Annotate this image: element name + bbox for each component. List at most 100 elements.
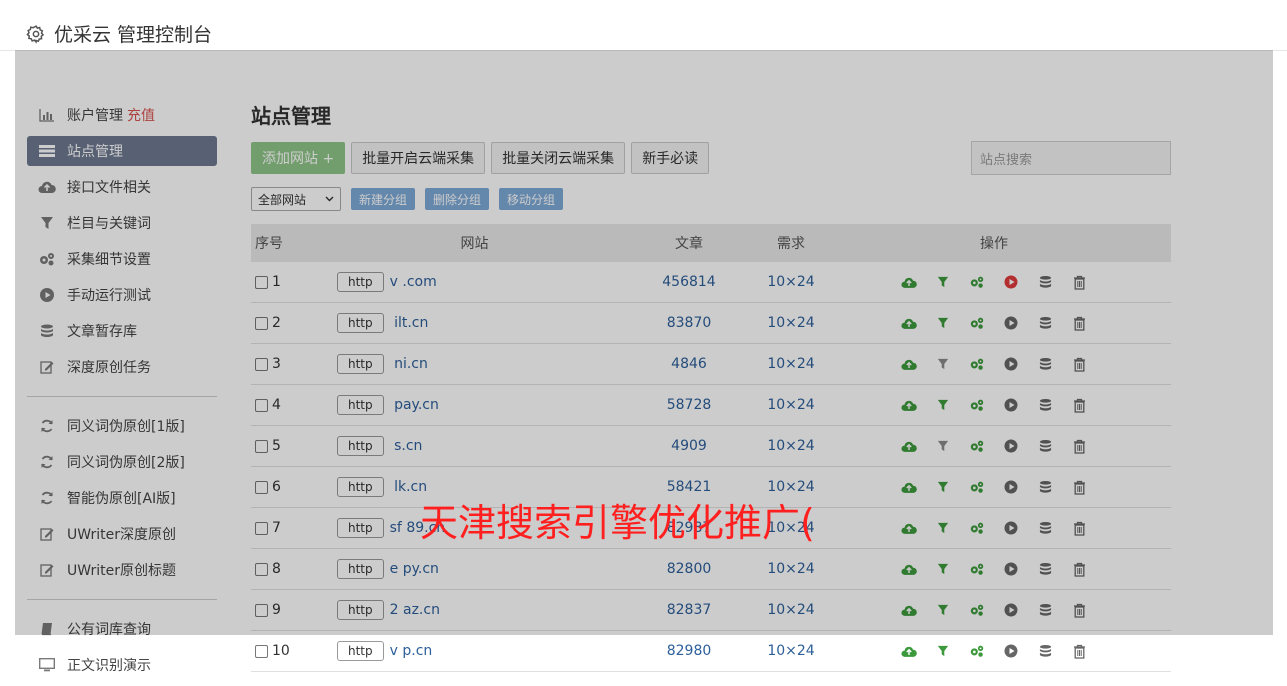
article-count[interactable]: 4909 xyxy=(613,425,765,467)
site-domain-link[interactable]: v p.cn xyxy=(390,643,433,659)
sidebar-item-manual-test[interactable]: 手动运行测试 xyxy=(27,280,217,310)
trash-icon[interactable] xyxy=(1071,438,1087,454)
article-count[interactable]: 58728 xyxy=(613,384,765,426)
database-icon[interactable] xyxy=(1037,397,1053,413)
requirement-value[interactable]: 10×24 xyxy=(765,262,817,303)
filter-icon[interactable] xyxy=(935,602,951,618)
sidebar-item-account[interactable]: 账户管理 充值 xyxy=(27,100,217,130)
play-icon[interactable] xyxy=(1003,602,1019,618)
cogs-icon[interactable] xyxy=(969,479,985,495)
site-domain-link[interactable]: ni.cn xyxy=(390,356,428,372)
cogs-icon[interactable] xyxy=(969,315,985,331)
database-icon[interactable] xyxy=(1037,520,1053,536)
cogs-icon[interactable] xyxy=(969,438,985,454)
play-icon[interactable] xyxy=(1003,315,1019,331)
batch-disable-cloud-button[interactable]: 批量关闭云端采集 xyxy=(491,142,626,174)
move-group-button[interactable]: 移动分组 xyxy=(499,188,564,210)
play-icon[interactable] xyxy=(1003,479,1019,495)
site-group-select[interactable]: 全部网站 xyxy=(251,187,341,211)
trash-icon[interactable] xyxy=(1071,602,1087,618)
row-checkbox[interactable] xyxy=(255,603,268,617)
sidebar-item-deep-original[interactable]: 深度原创任务 xyxy=(27,352,217,382)
play-icon[interactable] xyxy=(1003,356,1019,372)
sidebar-item-uwriter-title[interactable]: UWriter原创标题 xyxy=(27,555,217,585)
row-checkbox[interactable] xyxy=(255,398,268,412)
sidebar-item-synonym-v2[interactable]: 同义词伪原创[2版] xyxy=(27,447,217,477)
row-checkbox[interactable] xyxy=(255,521,268,535)
cogs-icon[interactable] xyxy=(969,561,985,577)
requirement-value[interactable]: 10×24 xyxy=(765,384,817,426)
requirement-value[interactable]: 10×24 xyxy=(765,343,817,385)
filter-icon[interactable] xyxy=(935,520,951,536)
row-checkbox[interactable] xyxy=(255,439,268,453)
sidebar-item-columns-keywords[interactable]: 栏目与关键词 xyxy=(27,208,217,238)
row-checkbox[interactable] xyxy=(255,316,268,330)
filter-icon[interactable] xyxy=(935,397,951,413)
sidebar-item-text-recognition[interactable]: 正文识别演示 xyxy=(27,650,217,680)
add-site-button[interactable]: 添加网站 + xyxy=(251,142,346,174)
cloud-upload-icon[interactable] xyxy=(901,356,917,372)
sidebar-item-collect-settings[interactable]: 采集细节设置 xyxy=(27,244,217,274)
sidebar-item-sites[interactable]: 站点管理 xyxy=(27,136,217,166)
batch-enable-cloud-button[interactable]: 批量开启云端采集 xyxy=(351,142,486,174)
site-domain-link[interactable]: 2 az.cn xyxy=(390,602,440,618)
recharge-link[interactable]: 充值 xyxy=(127,105,155,125)
article-count[interactable]: 82837 xyxy=(613,589,765,631)
cloud-upload-icon[interactable] xyxy=(901,561,917,577)
cloud-upload-icon[interactable] xyxy=(901,438,917,454)
article-count[interactable]: 82800 xyxy=(613,548,765,590)
sidebar-item-uwriter-deep[interactable]: UWriter深度原创 xyxy=(27,519,217,549)
filter-icon[interactable] xyxy=(935,356,951,372)
cogs-icon[interactable] xyxy=(969,274,985,290)
sidebar-item-synonym-v1[interactable]: 同义词伪原创[1版] xyxy=(27,411,217,441)
play-icon[interactable] xyxy=(1003,438,1019,454)
site-domain-link[interactable]: ilt.cn xyxy=(390,315,428,331)
trash-icon[interactable] xyxy=(1071,315,1087,331)
sidebar-item-interface-files[interactable]: 接口文件相关 xyxy=(27,172,217,202)
play-icon[interactable] xyxy=(1003,643,1019,659)
database-icon[interactable] xyxy=(1037,315,1053,331)
requirement-value[interactable]: 10×24 xyxy=(765,548,817,590)
site-search-input[interactable]: 站点搜索 xyxy=(971,141,1171,175)
database-icon[interactable] xyxy=(1037,356,1053,372)
cloud-upload-icon[interactable] xyxy=(901,520,917,536)
trash-icon[interactable] xyxy=(1071,397,1087,413)
requirement-value[interactable]: 10×24 xyxy=(765,302,817,344)
database-icon[interactable] xyxy=(1037,274,1053,290)
cogs-icon[interactable] xyxy=(969,356,985,372)
article-count[interactable]: 4846 xyxy=(613,343,765,385)
trash-icon[interactable] xyxy=(1071,643,1087,659)
database-icon[interactable] xyxy=(1037,479,1053,495)
trash-icon[interactable] xyxy=(1071,356,1087,372)
play-icon[interactable] xyxy=(1003,397,1019,413)
requirement-value[interactable]: 10×24 xyxy=(765,589,817,631)
requirement-value[interactable]: 10×24 xyxy=(765,630,817,672)
cogs-icon[interactable] xyxy=(969,397,985,413)
trash-icon[interactable] xyxy=(1071,274,1087,290)
row-checkbox[interactable] xyxy=(255,480,268,494)
trash-icon[interactable] xyxy=(1071,520,1087,536)
cogs-icon[interactable] xyxy=(969,602,985,618)
filter-icon[interactable] xyxy=(935,315,951,331)
sidebar-item-ai-rewrite[interactable]: 智能伪原创[AI版] xyxy=(27,483,217,513)
sidebar-item-public-lexicon[interactable]: 公有词库查询 xyxy=(27,614,217,644)
database-icon[interactable] xyxy=(1037,438,1053,454)
row-checkbox[interactable] xyxy=(255,644,268,658)
database-icon[interactable] xyxy=(1037,561,1053,577)
row-checkbox[interactable] xyxy=(255,275,268,289)
play-icon[interactable] xyxy=(1003,561,1019,577)
article-count[interactable]: 83870 xyxy=(613,302,765,344)
site-domain-link[interactable]: pay.cn xyxy=(390,397,439,413)
site-domain-link[interactable]: s.cn xyxy=(390,438,422,454)
trash-icon[interactable] xyxy=(1071,561,1087,577)
article-count[interactable]: 82980 xyxy=(613,630,765,672)
filter-icon[interactable] xyxy=(935,643,951,659)
cloud-upload-icon[interactable] xyxy=(901,315,917,331)
cloud-upload-icon[interactable] xyxy=(901,643,917,659)
cloud-upload-icon[interactable] xyxy=(901,602,917,618)
filter-icon[interactable] xyxy=(935,479,951,495)
site-domain-link[interactable]: v .com xyxy=(390,274,437,290)
play-icon[interactable] xyxy=(1003,520,1019,536)
trash-icon[interactable] xyxy=(1071,479,1087,495)
row-checkbox[interactable] xyxy=(255,562,268,576)
